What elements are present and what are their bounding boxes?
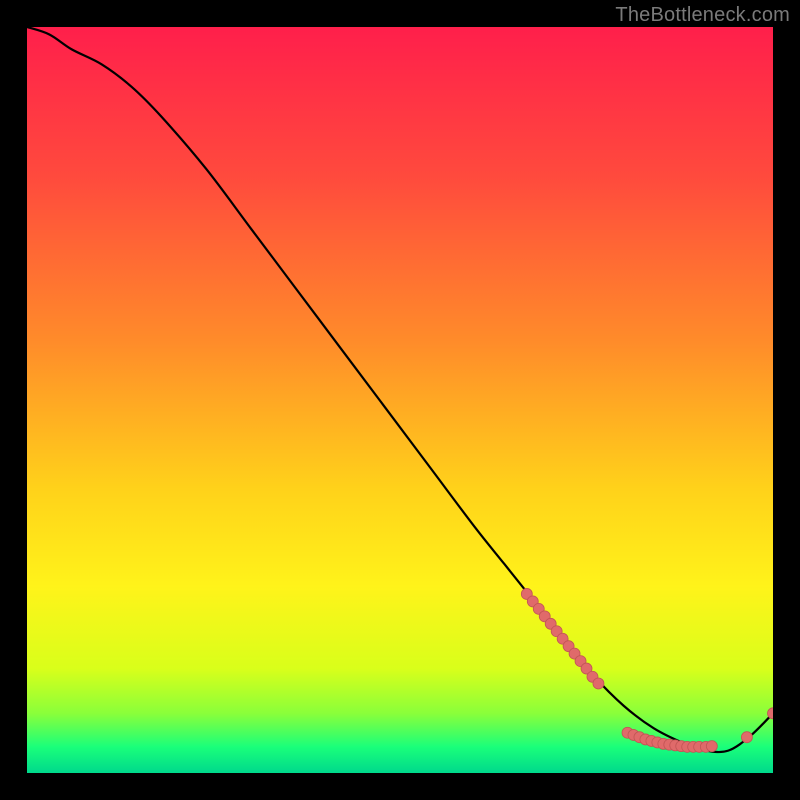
scatter-markers: [521, 588, 773, 752]
plot-area: [27, 27, 773, 773]
data-point: [593, 678, 604, 689]
root: TheBottleneck.com: [0, 0, 800, 800]
data-point: [706, 741, 717, 752]
curve-line: [27, 27, 773, 752]
plot-overlay: [27, 27, 773, 773]
watermark-text: TheBottleneck.com: [615, 4, 790, 27]
data-point: [741, 732, 752, 743]
